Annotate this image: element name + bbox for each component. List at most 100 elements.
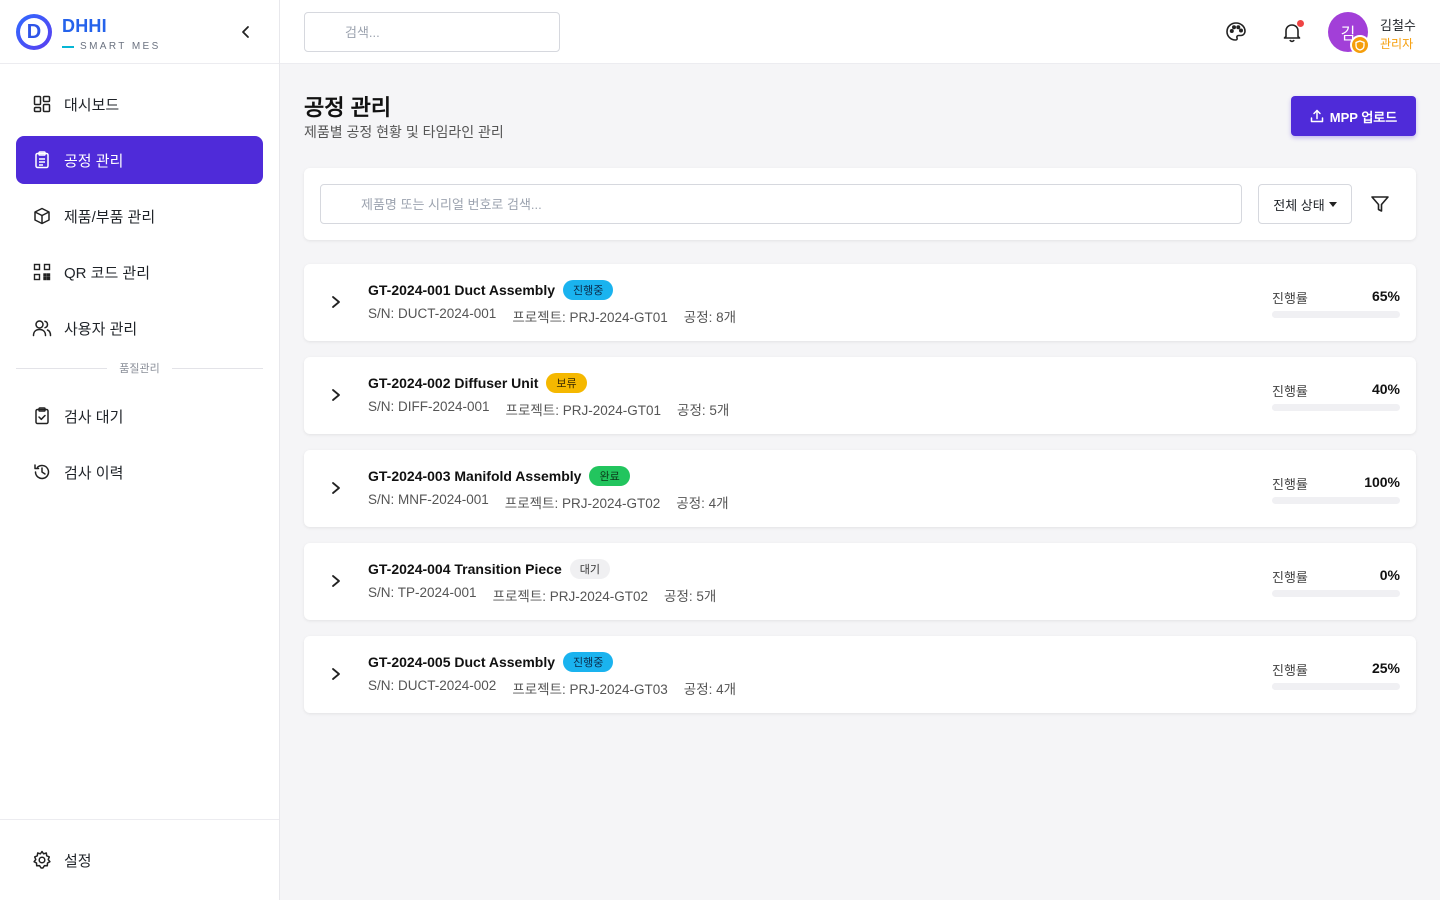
user-name: 김철수 — [1380, 18, 1416, 33]
status-badge: 보류 — [546, 373, 587, 393]
process-card[interactable]: GT-2024-002 Diffuser Unit 보류 S/N: DIFF-2… — [304, 357, 1416, 434]
process-title: GT-2024-005 Duct Assembly — [368, 654, 556, 670]
theme-palette-button[interactable] — [1224, 20, 1248, 44]
progress-label: 진행률 — [1272, 291, 1308, 306]
sidebar-item-label: 대시보드 — [64, 96, 120, 114]
chevron-left-icon — [242, 26, 249, 38]
process-meta: S/N: DUCT-2024-001 프로젝트: PRJ-2024-GT01 공… — [368, 306, 752, 326]
progress-fill — [1272, 683, 1304, 690]
brand-name: DHHI — [62, 16, 107, 36]
top-header: 김 김철수 관리자 — [280, 0, 1440, 64]
step-count: 공정: 5개 — [677, 403, 730, 418]
progress-fill — [1272, 404, 1324, 411]
chevron-right-icon — [332, 668, 340, 680]
progress-fill — [1272, 497, 1400, 504]
brand-sub-text: SMART MES — [80, 41, 161, 52]
sidebar-item-process[interactable]: 공정 관리 — [16, 136, 263, 184]
project-id: 프로젝트: PRJ-2024-GT01 — [505, 403, 662, 418]
step-count: 공정: 8개 — [683, 310, 737, 325]
sidebar-item-users[interactable]: 사용자 관리 — [16, 304, 263, 352]
serial-number: S/N: DIFF-2024-001 — [368, 399, 490, 414]
main-content: 공정 관리 제품별 공정 현황 및 타임라인 관리 MPP 업로드 전체 상태 … — [280, 64, 1440, 900]
serial-number: S/N: MNF-2024-001 — [368, 492, 489, 507]
expand-button[interactable] — [326, 571, 346, 591]
project-id: 프로젝트: PRJ-2024-GT01 — [512, 310, 668, 325]
palette-icon — [1226, 22, 1246, 41]
serial-number: S/N: TP-2024-001 — [368, 585, 477, 600]
collapse-sidebar-button[interactable] — [236, 22, 256, 42]
sidebar-item-settings[interactable]: 설정 — [16, 836, 263, 884]
notification-dot — [1297, 20, 1304, 27]
serial-number: S/N: DUCT-2024-002 — [368, 678, 497, 693]
logo: D — [16, 14, 52, 50]
process-title-row: GT-2024-002 Diffuser Unit 보류 — [368, 373, 587, 393]
sidebar-item-inspection-history[interactable]: 검사 이력 — [16, 448, 263, 496]
brand-area: D DHHI SMART MES — [0, 0, 279, 64]
process-title-row: GT-2024-001 Duct Assembly 진행중 — [368, 280, 614, 300]
progress-value: 0% — [1379, 567, 1400, 583]
progress-value: 40% — [1371, 381, 1400, 397]
serial-number: S/N: DUCT-2024-001 — [368, 306, 497, 321]
status-filter-select[interactable]: 전체 상태 — [1258, 184, 1352, 224]
sidebar-item-label: 제품/부품 관리 — [64, 208, 156, 226]
global-search-input[interactable] — [304, 12, 560, 52]
process-meta: S/N: DIFF-2024-001 프로젝트: PRJ-2024-GT01 공… — [368, 399, 745, 419]
chevron-right-icon — [332, 389, 340, 401]
sidebar-item-label: 사용자 관리 — [64, 320, 138, 338]
sidebar-footer: 설정 — [0, 819, 279, 900]
sidebar-item-products[interactable]: 제품/부품 관리 — [16, 192, 263, 240]
user-role: 관리자 — [1380, 37, 1414, 51]
sidebar-item-dashboard[interactable]: 대시보드 — [16, 80, 263, 128]
progress-bar — [1272, 311, 1400, 318]
brand-sub: SMART MES — [62, 41, 161, 52]
process-card[interactable]: GT-2024-005 Duct Assembly 진행중 S/N: DUCT-… — [304, 636, 1416, 713]
expand-button[interactable] — [326, 385, 346, 405]
admin-badge — [1350, 35, 1370, 55]
product-search-input[interactable] — [320, 184, 1242, 224]
status-badge: 완료 — [589, 466, 630, 486]
process-card[interactable]: GT-2024-001 Duct Assembly 진행중 S/N: DUCT-… — [304, 264, 1416, 341]
section-label: 품질관리 — [119, 363, 160, 375]
filter-bar: 전체 상태 — [304, 168, 1416, 240]
process-list: GT-2024-001 Duct Assembly 진행중 S/N: DUCT-… — [304, 264, 1416, 729]
process-title: GT-2024-001 Duct Assembly — [368, 282, 556, 298]
notifications-button[interactable] — [1280, 20, 1304, 44]
process-meta: S/N: MNF-2024-001 프로젝트: PRJ-2024-GT02 공정… — [368, 492, 745, 512]
mpp-upload-button[interactable]: MPP 업로드 — [1291, 96, 1416, 136]
history-icon — [32, 462, 52, 482]
process-title: GT-2024-003 Manifold Assembly — [368, 468, 582, 484]
progress-label: 진행률 — [1272, 477, 1308, 492]
chevron-right-icon — [332, 296, 340, 308]
page-subtitle: 제품별 공정 현황 및 타임라인 관리 — [304, 124, 504, 140]
progress-fill — [1272, 311, 1356, 318]
clipboard-icon — [32, 150, 52, 170]
progress-label: 진행률 — [1272, 384, 1308, 399]
logo-letter: D — [20, 18, 48, 46]
process-card[interactable]: GT-2024-003 Manifold Assembly 완료 S/N: MN… — [304, 450, 1416, 527]
expand-button[interactable] — [326, 664, 346, 684]
sidebar-item-label: 공정 관리 — [64, 152, 124, 170]
sidebar-item-inspection-pending[interactable]: 검사 대기 — [16, 392, 263, 440]
chevron-right-icon — [332, 482, 340, 494]
upload-icon — [1310, 109, 1324, 123]
box-icon — [32, 206, 52, 226]
progress-bar — [1272, 683, 1400, 690]
expand-button[interactable] — [326, 292, 346, 312]
page-title: 공정 관리 — [304, 95, 392, 120]
filter-button[interactable] — [1368, 192, 1392, 216]
process-title: GT-2024-004 Transition Piece — [368, 561, 562, 577]
shield-icon — [1355, 39, 1365, 51]
users-icon — [32, 318, 52, 338]
step-count: 공정: 5개 — [664, 589, 717, 604]
filter-icon — [1371, 196, 1389, 212]
sidebar-item-label: QR 코드 관리 — [64, 264, 151, 282]
progress-value: 25% — [1371, 660, 1400, 676]
progress-bar — [1272, 590, 1400, 597]
process-title: GT-2024-002 Diffuser Unit — [368, 375, 539, 391]
progress-bar — [1272, 497, 1400, 504]
progress-value: 65% — [1371, 288, 1400, 304]
process-card[interactable]: GT-2024-004 Transition Piece 대기 S/N: TP-… — [304, 543, 1416, 620]
expand-button[interactable] — [326, 478, 346, 498]
progress-label: 진행률 — [1272, 570, 1308, 585]
sidebar-item-qr[interactable]: QR 코드 관리 — [16, 248, 263, 296]
